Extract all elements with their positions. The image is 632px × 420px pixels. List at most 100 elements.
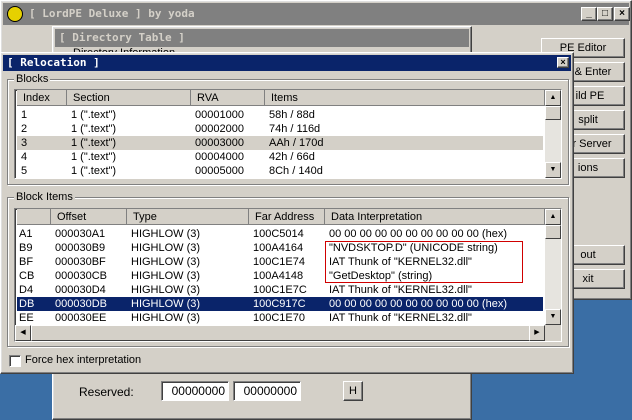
blocks-header-section[interactable]: Section: [67, 90, 191, 106]
table-cell: 1 (".text"): [71, 151, 117, 163]
table-cell: A1: [19, 228, 33, 240]
table-cell: 000030DB: [55, 298, 107, 310]
table-cell: 100C917C: [253, 298, 306, 310]
table-cell: 100A4164: [253, 242, 304, 254]
table-row[interactable]: 2 1 (".text") 00002000 74h / 116d: [17, 122, 543, 136]
table-cell: 100C1E70: [253, 312, 305, 324]
table-row[interactable]: D4 000030D4 HIGHLOW (3) 100C1E7C IAT Thunk o…: [17, 283, 543, 297]
block-items-list: Offset Type Far Address Data Interpretat…: [14, 208, 562, 342]
table-row[interactable]: DB 000030DB HIGHLOW (3) 100C917C 00 00 00 00…: [17, 297, 543, 311]
table-cell: 000030A1: [55, 228, 106, 240]
table-cell: HIGHLOW (3): [131, 256, 201, 268]
blocks-group-label: Blocks: [14, 73, 51, 85]
scroll-right-icon[interactable]: ▶: [529, 325, 545, 341]
table-cell: 00004000: [195, 151, 244, 163]
table-cell: 100A4148: [253, 270, 304, 282]
table-cell: HIGHLOW (3): [131, 228, 201, 240]
items-vertical-scrollbar[interactable]: ▲ ▼: [545, 209, 561, 325]
scroll-left-icon[interactable]: ◀: [15, 325, 31, 341]
table-cell: 00005000: [195, 165, 244, 177]
table-cell: HIGHLOW (3): [131, 242, 201, 254]
close-icon[interactable]: ×: [557, 57, 569, 68]
items-header-blank[interactable]: [17, 209, 51, 225]
scroll-up-icon[interactable]: ▲: [545, 209, 561, 225]
relocation-title: [ Relocation ]: [7, 56, 100, 69]
table-cell: 1 (".text"): [71, 165, 117, 177]
table-cell: 2: [21, 123, 28, 135]
table-row[interactable]: 4 1 (".text") 00004000 42h / 66d: [17, 150, 543, 164]
highlight-box: [325, 241, 523, 283]
scroll-down-icon[interactable]: ▼: [545, 162, 561, 178]
block-items-group-label: Block Items: [14, 191, 75, 203]
table-cell: 4: [21, 151, 28, 163]
table-cell: 000030EE: [55, 312, 107, 324]
size-grip: [545, 325, 561, 341]
scroll-thumb[interactable]: [545, 106, 561, 120]
directory-table-title: [ Directory Table ]: [59, 31, 185, 44]
table-cell: DB: [19, 298, 35, 310]
main-window-title: [ LordPE Deluxe ] by yoda: [29, 7, 195, 20]
relocation-window: [ Relocation ] × Blocks Index Section RV…: [0, 52, 574, 374]
blocks-header-items[interactable]: Items: [265, 90, 545, 106]
table-cell: 00001000: [195, 109, 244, 121]
table-cell: D4: [19, 284, 34, 296]
table-cell: 8Ch / 140d: [269, 165, 323, 177]
items-horizontal-scrollbar[interactable]: ◀ ▶: [15, 325, 561, 341]
table-row[interactable]: 1 1 (".text") 00001000 58h / 88d: [17, 108, 543, 122]
table-cell: 100C1E74: [253, 256, 305, 268]
blocks-header-rva[interactable]: RVA: [191, 90, 265, 106]
h-button[interactable]: H: [343, 381, 363, 401]
table-row[interactable]: EE 000030EE HIGHLOW (3) 100C1E70 IAT Thunk o…: [17, 311, 543, 325]
table-cell: EE: [19, 312, 34, 324]
force-hex-checkbox[interactable]: [9, 355, 21, 367]
table-cell: AAh / 170d: [269, 137, 324, 149]
table-cell: IAT Thunk of "KERNEL32.dll": [329, 312, 472, 324]
table-cell: 000030CB: [55, 270, 107, 282]
scroll-thumb[interactable]: [545, 225, 561, 239]
table-cell: BF: [19, 256, 34, 268]
table-cell: 000030B9: [55, 242, 106, 254]
reserved-field-2[interactable]: 00000000: [233, 381, 301, 401]
close-icon[interactable]: ×: [614, 7, 630, 21]
table-cell: 00 00 00 00 00 00 00 00 00 00 (hex): [329, 228, 507, 240]
blocks-scrollbar[interactable]: ▲ ▼: [545, 90, 561, 178]
table-cell: HIGHLOW (3): [131, 284, 201, 296]
minimize-icon[interactable]: _: [581, 7, 597, 21]
table-cell: 1 (".text"): [71, 123, 117, 135]
scroll-h-thumb[interactable]: [31, 325, 531, 341]
table-row[interactable]: A1 000030A1 HIGHLOW (3) 100C5014 00 00 00 00…: [17, 227, 543, 241]
blocks-header-index[interactable]: Index: [17, 90, 67, 106]
table-cell: IAT Thunk of "KERNEL32.dll": [329, 284, 472, 296]
table-cell: CB: [19, 270, 35, 282]
reserved-field-1[interactable]: 00000000: [161, 381, 229, 401]
items-header-offset[interactable]: Offset: [51, 209, 127, 225]
table-cell: HIGHLOW (3): [131, 312, 201, 324]
table-cell: HIGHLOW (3): [131, 298, 201, 310]
directory-table-title-bar[interactable]: [ Directory Table ]: [55, 29, 469, 47]
table-row[interactable]: 3 1 (".text") 00003000 AAh / 170d: [17, 136, 543, 150]
table-row[interactable]: 5 1 (".text") 00005000 8Ch / 140d: [17, 164, 543, 178]
force-hex-label[interactable]: Force hex interpretation: [25, 354, 141, 366]
items-header-type[interactable]: Type: [127, 209, 249, 225]
table-cell: 00 00 00 00 00 00 00 00 00 00 (hex): [329, 298, 507, 310]
table-cell: 1 (".text"): [71, 137, 117, 149]
items-header-data-interpretation[interactable]: Data Interpretation: [325, 209, 545, 225]
table-cell: 000030BF: [55, 256, 106, 268]
table-cell: 5: [21, 165, 28, 177]
table-cell: 00003000: [195, 137, 244, 149]
reserved-label: Reserved:: [79, 385, 134, 399]
table-cell: 100C1E7C: [253, 284, 307, 296]
maximize-icon[interactable]: □: [597, 7, 613, 21]
table-cell: 100C5014: [253, 228, 304, 240]
relocation-title-bar[interactable]: [ Relocation ] ×: [3, 55, 571, 71]
table-cell: 00002000: [195, 123, 244, 135]
items-header-far-address[interactable]: Far Address: [249, 209, 325, 225]
table-cell: 58h / 88d: [269, 109, 315, 121]
scroll-down-icon[interactable]: ▼: [545, 309, 561, 325]
main-title-bar[interactable]: [ LordPE Deluxe ] by yoda _ □ ×: [3, 3, 630, 25]
blocks-list: Index Section RVA Items 1 1 (".text") 0000…: [14, 89, 562, 179]
table-cell: 000030D4: [55, 284, 106, 296]
table-cell: 1 (".text"): [71, 109, 117, 121]
lordpe-logo-icon: [7, 6, 23, 22]
scroll-up-icon[interactable]: ▲: [545, 90, 561, 106]
